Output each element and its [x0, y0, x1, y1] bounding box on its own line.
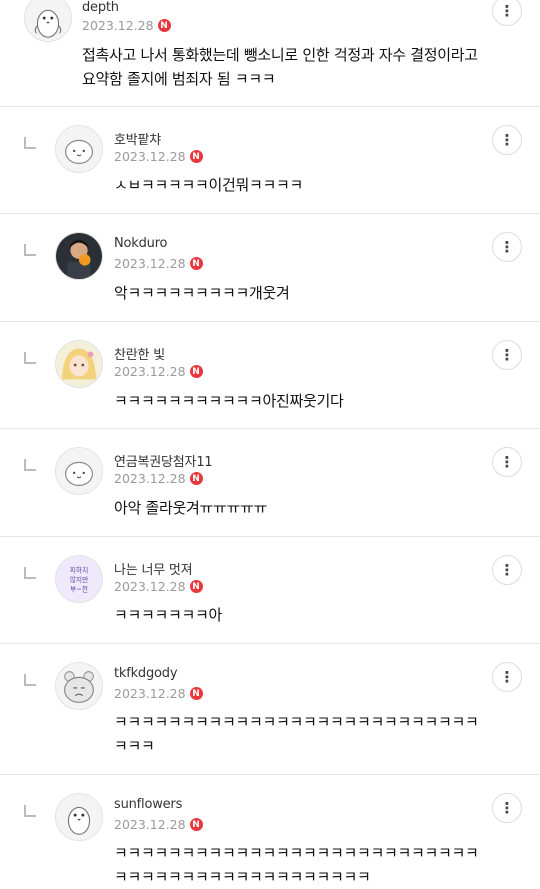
reply-arrow-icon	[22, 567, 38, 581]
date-text: 2023.12.28	[114, 149, 186, 164]
reply-comment: tkfkdgody 2023.12.28 N ㅋㅋㅋㅋㅋㅋㅋㅋㅋㅋㅋㅋㅋㅋㅋㅋㅋ…	[0, 644, 540, 775]
comment-author[interactable]: 연금복권당첨자11	[114, 451, 213, 470]
avatar-text: 않지만	[70, 575, 88, 584]
comment-author[interactable]: 찬란한 빛	[114, 344, 165, 363]
more-options-button[interactable]: ⋮	[492, 232, 522, 262]
text-badge-avatar-icon: 피하지 않지만 부~전	[56, 556, 102, 602]
comment-date: 2023.12.28 N	[114, 364, 203, 379]
reply-arrow-icon	[22, 244, 38, 258]
new-badge: N	[189, 687, 203, 700]
comment-text: ㅋㅋㅋㅋㅋㅋㅋㅋㅋㅋㅋㅋㅋㅋㅋㅋㅋㅋㅋㅋㅋㅋㅋㅋㅋㅋㅋㅋㅋㅋㅋㅋㅋㅋㅋㅋㅋㅋㅋㅋ…	[114, 844, 479, 886]
new-badge: N	[157, 19, 171, 32]
comment-text: ㅋㅋㅋㅋㅋㅋㅋㅋㅋㅋㅋ아진짜웃기다	[114, 392, 344, 410]
reply-arrow-icon	[22, 137, 38, 151]
more-options-button[interactable]: ⋮	[492, 0, 522, 26]
comment-author[interactable]: Nokduro	[114, 236, 168, 251]
comment-date: 2023.12.28 N	[114, 686, 203, 701]
comment-date: 2023.12.28 N	[114, 149, 203, 164]
more-options-button[interactable]: ⋮	[492, 793, 522, 823]
reply-comment: 호박팥챠 2023.12.28 N ㅅㅂㅋㅋㅋㅋㅋ이건뭐ㅋㅋㅋㅋ ⋮	[0, 107, 540, 214]
reply-arrow-icon	[22, 459, 38, 473]
reply-arrow-icon	[22, 352, 38, 366]
comment-date: 2023.12.28 N	[82, 18, 171, 33]
comment-author[interactable]: 호박팥챠	[114, 129, 161, 148]
comment-date: 2023.12.28 N	[114, 471, 203, 486]
reply-comment: Nokduro 2023.12.28 N 악ㅋㅋㅋㅋㅋㅋㅋㅋㅋ개웃겨 ⋮	[0, 214, 540, 322]
reply-arrow-icon	[22, 805, 38, 819]
comment-date: 2023.12.28 N	[114, 256, 203, 271]
reply-comment: 피하지 않지만 부~전 나는 너무 멋져 2023.12.28 N ㅋㅋㅋㅋㅋㅋ…	[0, 537, 540, 644]
avatar-text: 피하지	[70, 565, 88, 574]
reply-arrow-icon	[22, 674, 38, 688]
more-options-button[interactable]: ⋮	[492, 555, 522, 585]
new-badge: N	[189, 257, 203, 270]
comment-author[interactable]: depth	[82, 0, 119, 15]
date-text: 2023.12.28	[82, 18, 154, 33]
comment-author[interactable]: 나는 너무 멋져	[114, 559, 193, 578]
comment-date: 2023.12.28 N	[114, 817, 203, 832]
comment-author[interactable]: sunflowers	[114, 797, 182, 812]
date-text: 2023.12.28	[114, 364, 186, 379]
comment-text: 접촉사고 나서 통화했는데 뺑소니로 인한 걱정과 자수 결정이라고 요약함 졸…	[82, 46, 478, 88]
date-text: 2023.12.28	[114, 256, 186, 271]
comment-text: 악ㅋㅋㅋㅋㅋㅋㅋㅋㅋ개웃겨	[114, 284, 290, 302]
anime-avatar-icon	[56, 341, 102, 387]
comment-author[interactable]: tkfkdgody	[114, 666, 178, 681]
reply-comment: sunflowers 2023.12.28 N ㅋㅋㅋㅋㅋㅋㅋㅋㅋㅋㅋㅋㅋㅋㅋㅋ…	[0, 775, 540, 886]
reply-comment: 연금복권당첨자11 2023.12.28 N 아악 졸라웃겨ㅠㅠㅠㅠㅠ ⋮	[0, 429, 540, 537]
avatar[interactable]	[55, 662, 103, 710]
default-face-avatar-icon	[56, 448, 102, 494]
default-face-avatar-icon	[56, 126, 102, 172]
avatar[interactable]	[55, 232, 103, 280]
avatar[interactable]	[24, 0, 72, 42]
avatar[interactable]: 피하지 않지만 부~전	[55, 555, 103, 603]
more-options-button[interactable]: ⋮	[492, 447, 522, 477]
avatar[interactable]	[55, 793, 103, 841]
bear-avatar-icon	[56, 663, 102, 709]
new-badge: N	[189, 150, 203, 163]
penguin-avatar-icon	[56, 794, 102, 840]
new-badge: N	[189, 818, 203, 831]
avatar[interactable]	[55, 447, 103, 495]
more-options-button[interactable]: ⋮	[492, 340, 522, 370]
avatar-text: 부~전	[70, 584, 88, 593]
comment-text: 아악 졸라웃겨ㅠㅠㅠㅠㅠ	[114, 499, 267, 517]
avatar[interactable]	[55, 340, 103, 388]
reply-comment: 찬란한 빛 2023.12.28 N ㅋㅋㅋㅋㅋㅋㅋㅋㅋㅋㅋ아진짜웃기다 ⋮	[0, 322, 540, 429]
photo-avatar-icon	[56, 233, 102, 279]
comment-text: ㅅㅂㅋㅋㅋㅋㅋ이건뭐ㅋㅋㅋㅋ	[114, 176, 304, 194]
date-text: 2023.12.28	[114, 579, 186, 594]
date-text: 2023.12.28	[114, 471, 186, 486]
new-badge: N	[189, 365, 203, 378]
date-text: 2023.12.28	[114, 817, 186, 832]
more-options-button[interactable]: ⋮	[492, 662, 522, 692]
comment-text: ㅋㅋㅋㅋㅋㅋㅋㅋㅋㅋㅋㅋㅋㅋㅋㅋㅋㅋㅋㅋㅋㅋㅋㅋㅋㅋㅋㅋㅋㅋ	[114, 713, 479, 755]
more-options-button[interactable]: ⋮	[492, 125, 522, 155]
comment-date: 2023.12.28 N	[114, 579, 203, 594]
comment: depth 2023.12.28 N 접촉사고 나서 통화했는데 뺑소니로 인한…	[0, 0, 540, 107]
new-badge: N	[189, 472, 203, 485]
date-text: 2023.12.28	[114, 686, 186, 701]
penguin-avatar-icon	[25, 0, 71, 41]
comment-text: ㅋㅋㅋㅋㅋㅋㅋ아	[114, 606, 223, 624]
new-badge: N	[189, 580, 203, 593]
avatar[interactable]	[55, 125, 103, 173]
